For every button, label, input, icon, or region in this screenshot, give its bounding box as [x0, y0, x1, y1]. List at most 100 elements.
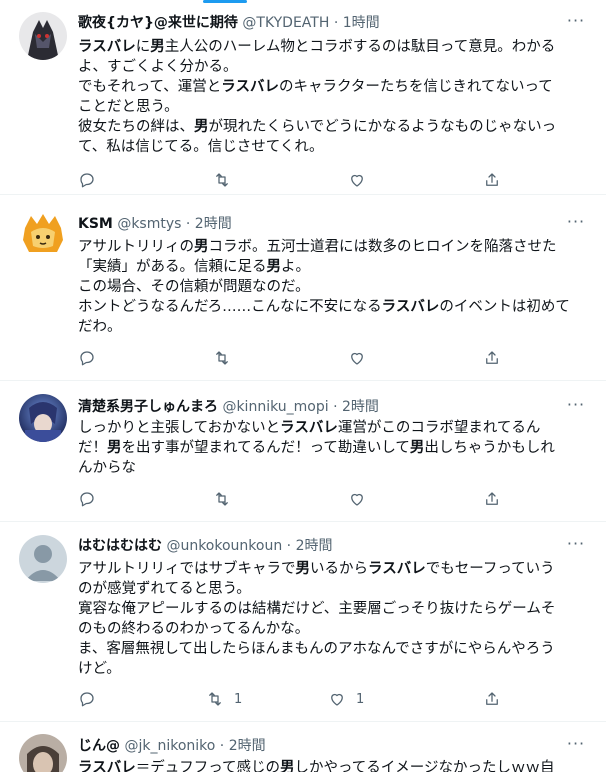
text-segment: 出しちゃうかもしれ	[424, 440, 555, 456]
retweet-count: 1	[234, 691, 243, 707]
avatar[interactable]	[19, 535, 67, 583]
tweet-header: 歌夜{カヤ}@来世に期待 @TKYDEATH · 1時間	[78, 13, 380, 33]
text-segment: に	[135, 39, 151, 55]
text-segment: 主人公のハーレム物とコラボするのは駄目って意見。わかる	[164, 39, 556, 55]
display-name[interactable]: KSM	[78, 216, 113, 232]
separator-dot: ·	[185, 216, 191, 232]
retweet-button[interactable]	[213, 488, 241, 510]
display-name[interactable]: 清楚系男子しゅんまろ	[78, 399, 218, 415]
separator-dot: ·	[286, 538, 292, 554]
like-icon	[331, 693, 343, 706]
text-line: 「実績」がある。信頼に足る男よ。	[78, 257, 578, 277]
display-name[interactable]: 歌夜{カヤ}@来世に期待	[78, 15, 238, 31]
action-bar	[78, 169, 498, 191]
reply-button[interactable]	[78, 488, 106, 510]
text-line: しっかりと主張しておかないとラスバレ運営がこのコラボ望まれてるん	[78, 418, 578, 438]
username[interactable]: @kinniku_mopi	[222, 399, 328, 415]
share-icon	[486, 692, 498, 705]
text-segment: でもセーフっていう	[425, 561, 555, 577]
text-segment: よ。	[281, 259, 310, 275]
highlighted-keyword: ラスバレ	[78, 760, 136, 772]
text-line: けど。	[78, 659, 578, 679]
tweet-2[interactable]: KSM @ksmtys · 2時間 ··· アサルトリリィの男コラボ。五河士道君…	[0, 195, 606, 381]
tweet-header: KSM @ksmtys · 2時間	[78, 214, 232, 234]
highlighted-keyword: ラスバレ	[381, 299, 440, 315]
retweet-button[interactable]	[213, 347, 241, 369]
text-line: この場合、その信頼が問題なのだ。	[78, 277, 578, 297]
like-button[interactable]	[348, 488, 376, 510]
text-line: だわ。	[78, 317, 578, 337]
username[interactable]: @jk_nikoniko	[124, 738, 215, 754]
highlighted-keyword: 男	[150, 39, 165, 55]
separator-dot: ·	[219, 738, 225, 754]
avatar[interactable]	[19, 394, 67, 442]
username[interactable]: @unkokounkoun	[166, 538, 282, 554]
retweet-button[interactable]: 1	[206, 688, 242, 710]
action-bar	[78, 347, 498, 369]
share-button[interactable]	[483, 169, 501, 191]
timestamp[interactable]: 2時間	[342, 399, 379, 415]
avatar[interactable]	[19, 210, 67, 258]
like-button[interactable]	[348, 169, 376, 191]
highlighted-keyword: ラスバレ	[78, 39, 136, 55]
highlighted-keyword: ラスバレ	[368, 561, 426, 577]
text-segment: しかやってるイメージなかったしｗｗ自	[294, 760, 555, 772]
text-line: 寛容な俺アピールするのは結構だけど、主要層ごっそり抜けたらゲームそ	[78, 599, 578, 619]
text-segment: を出す事が望まれてるんだ！って勘違いして	[121, 440, 410, 456]
text-segment: けど。	[78, 661, 121, 677]
tweet-text: しっかりと主張しておかないとラスバレ運営がこのコラボ望まれてるん だ！男を出す事が…	[78, 418, 578, 478]
tweet-4[interactable]: はむはむはむ @unkokounkoun · 2時間 ··· アサルトリリィでは…	[0, 522, 606, 722]
tweet-5[interactable]: じん@ @jk_nikoniko · 2時間 ··· ラスバレ＝デュフフって感じ…	[0, 722, 606, 772]
more-icon[interactable]: ···	[566, 736, 586, 755]
timestamp[interactable]: 2時間	[195, 216, 232, 232]
share-icon	[486, 351, 498, 364]
share-icon	[486, 492, 498, 505]
text-line: よ、すごくよく分かる。	[78, 57, 578, 77]
reply-icon	[80, 692, 94, 707]
text-segment: アサルトリリィの	[78, 239, 194, 255]
highlighted-keyword: 男	[280, 760, 295, 772]
more-icon[interactable]: ···	[566, 397, 586, 416]
more-icon[interactable]: ···	[566, 214, 586, 233]
reply-button[interactable]	[78, 347, 106, 369]
action-bar: 1 1	[78, 688, 498, 710]
timestamp[interactable]: 1時間	[343, 15, 380, 31]
reply-button[interactable]	[78, 688, 106, 710]
text-segment: ＝デュフフって感じの	[135, 760, 280, 772]
reply-button[interactable]	[78, 169, 106, 191]
like-icon	[351, 352, 363, 365]
like-button[interactable]: 1	[328, 688, 364, 710]
text-line: 彼女たちの絆は、男が現れたくらいでどうにかなるようなものじゃないっ	[78, 117, 578, 137]
display-name[interactable]: はむはむはむ	[78, 538, 162, 554]
text-line: ことだと思う。	[78, 97, 578, 117]
avatar[interactable]	[19, 12, 67, 60]
tweet-text: アサルトリリィではサブキャラで男いるからラスバレでもセーフっていう のが感覚ずれて…	[78, 559, 578, 679]
username[interactable]: @ksmtys	[117, 216, 181, 232]
share-button[interactable]	[483, 347, 501, 369]
share-button[interactable]	[483, 688, 501, 710]
share-icon	[486, 173, 498, 186]
retweet-button[interactable]	[213, 169, 241, 191]
avatar[interactable]	[19, 734, 67, 772]
display-name[interactable]: じん@	[78, 738, 120, 754]
text-segment: アサルトリリィではサブキャラで	[78, 561, 296, 577]
timestamp[interactable]: 2時間	[229, 738, 266, 754]
text-segment: でもそれって、運営と	[78, 79, 222, 95]
text-segment: 彼女たちの絆は、	[78, 119, 194, 135]
more-icon[interactable]: ···	[566, 13, 586, 32]
tweet-3[interactable]: 清楚系男子しゅんまろ @kinniku_mopi · 2時間 ··· しっかりと…	[0, 381, 606, 522]
username[interactable]: @TKYDEATH	[242, 15, 329, 31]
like-button[interactable]	[348, 347, 376, 369]
text-segment: 運営がこのコラボ望まれてるん	[337, 420, 541, 436]
more-icon[interactable]: ···	[566, 536, 586, 555]
text-segment: だわ。	[78, 319, 122, 335]
like-count: 1	[356, 691, 365, 707]
tweet-text: アサルトリリィの男コラボ。五河士道君には数多のヒロインを陥落させた 「実績」がある…	[78, 237, 578, 337]
text-segment: んからな	[78, 460, 136, 476]
timestamp[interactable]: 2時間	[296, 538, 333, 554]
text-segment: 寛容な俺アピールするのは結構だけど、主要層ごっそり抜けたらゲームそ	[78, 601, 556, 617]
text-segment: 「実績」がある。信頼に足る	[78, 259, 267, 275]
tweet-1[interactable]: 歌夜{カヤ}@来世に期待 @TKYDEATH · 1時間 ··· ラスバレに男主…	[0, 0, 606, 195]
share-button[interactable]	[483, 488, 501, 510]
text-line: ラスバレ＝デュフフって感じの男しかやってるイメージなかったしｗｗ自	[78, 758, 578, 772]
